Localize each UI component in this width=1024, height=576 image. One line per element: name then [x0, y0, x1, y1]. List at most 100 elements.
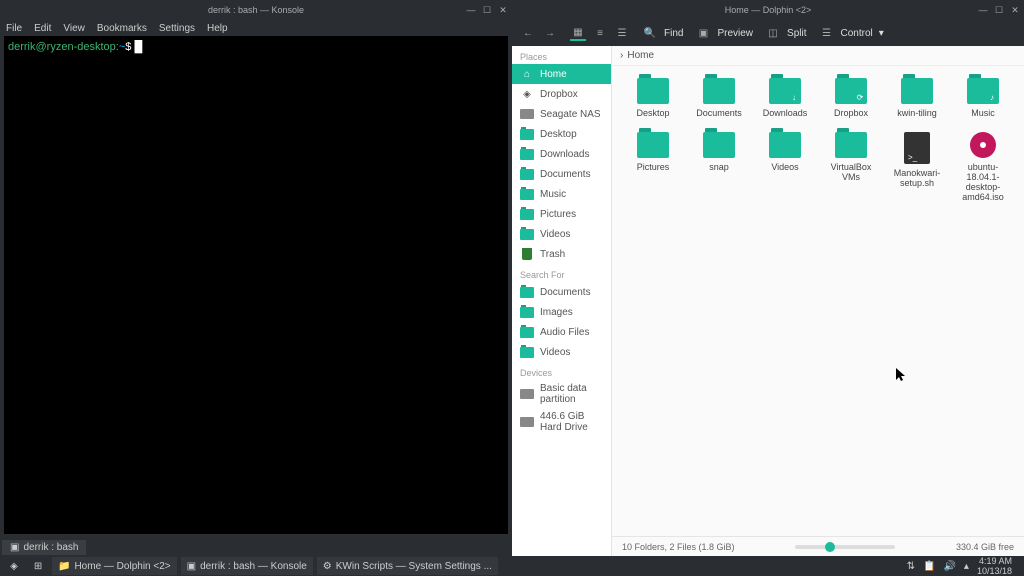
- minimize-icon[interactable]: —: [466, 5, 476, 15]
- sidebar-item-home[interactable]: ⌂Home: [512, 64, 611, 84]
- sidebar-search-documents[interactable]: Documents: [512, 282, 611, 302]
- maximize-icon[interactable]: ☐: [482, 5, 492, 15]
- sidebar-search-videos[interactable]: Videos: [512, 342, 611, 362]
- task-dolphin[interactable]: 📁Home — Dolphin <2>: [52, 557, 177, 575]
- file-label: snap: [709, 162, 729, 172]
- preview-icon[interactable]: ▣: [695, 25, 711, 41]
- sidebar-item-dropbox[interactable]: ◈Dropbox: [512, 84, 611, 104]
- file-item[interactable]: Documents: [690, 78, 748, 118]
- sidebar-device-partition[interactable]: Basic data partition: [512, 380, 611, 408]
- menu-bookmarks[interactable]: Bookmarks: [97, 23, 147, 34]
- dolphin-titlebar[interactable]: Home — Dolphin <2> — ☐ ✕: [512, 0, 1024, 20]
- folder-icon: [637, 78, 669, 104]
- path-bar[interactable]: › Home: [612, 46, 1024, 66]
- sidebar-item-documents[interactable]: Documents: [512, 164, 611, 184]
- clock[interactable]: 4:19 AM 10/13/18: [977, 556, 1012, 576]
- file-item[interactable]: ubuntu-18.04.1-desktop-amd64.iso: [954, 132, 1012, 202]
- menu-edit[interactable]: Edit: [34, 23, 51, 34]
- file-item[interactable]: Desktop: [624, 78, 682, 118]
- folder-icon: [520, 325, 534, 339]
- path-home[interactable]: Home: [627, 50, 654, 61]
- file-label: ubuntu-18.04.1-desktop-amd64.iso: [954, 162, 1012, 202]
- folder-icon: [520, 147, 534, 161]
- folder-icon: [637, 132, 669, 158]
- maximize-icon[interactable]: ☐: [994, 5, 1004, 15]
- chevron-down-icon[interactable]: ▾: [879, 28, 884, 39]
- taskbar: ◈ ⊞ 📁Home — Dolphin <2> ▣derrik : bash —…: [0, 556, 1024, 576]
- preview-label[interactable]: Preview: [717, 28, 753, 39]
- file-item[interactable]: Pictures: [624, 132, 682, 202]
- task-settings[interactable]: ⚙KWin Scripts — System Settings ...: [317, 557, 498, 575]
- close-icon[interactable]: ✕: [1010, 5, 1020, 15]
- menu-settings[interactable]: Settings: [159, 23, 195, 34]
- konsole-titlebar[interactable]: derrik : bash — Konsole — ☐ ✕: [0, 0, 512, 20]
- devices-header: Devices: [512, 362, 611, 380]
- sidebar-search-images[interactable]: Images: [512, 302, 611, 322]
- sidebar-item-videos[interactable]: Videos: [512, 224, 611, 244]
- trash-icon: [520, 247, 534, 261]
- sidebar-device-hdd[interactable]: 446.6 GiB Hard Drive: [512, 408, 611, 436]
- folder-icon: [520, 345, 534, 359]
- clipboard-icon[interactable]: 📋: [923, 561, 935, 572]
- file-grid[interactable]: DesktopDocuments↓Downloads⟳Dropbox kwin-t…: [612, 66, 1024, 536]
- icons-view-icon[interactable]: ▦: [570, 25, 586, 41]
- split-icon[interactable]: ◫: [765, 25, 781, 41]
- sidebar-item-trash[interactable]: Trash: [512, 244, 611, 264]
- file-item[interactable]: ♪Music: [954, 78, 1012, 118]
- menu-view[interactable]: View: [63, 23, 85, 34]
- folder-icon: [520, 305, 534, 319]
- file-item[interactable]: Manokwari-setup.sh: [888, 132, 946, 202]
- sidebar-item-desktop[interactable]: Desktop: [512, 124, 611, 144]
- back-icon[interactable]: ←: [520, 25, 536, 41]
- menu-file[interactable]: File: [6, 23, 22, 34]
- free-space: 330.4 GiB free: [956, 542, 1014, 552]
- system-tray: ⇅ 📋 🔊 ▴ 4:19 AM 10/13/18: [907, 556, 1020, 576]
- dolphin-window: Home — Dolphin <2> — ☐ ✕ ← → ▦ ≡ ☰ 🔍 Fin…: [512, 0, 1024, 556]
- sidebar-item-downloads[interactable]: Downloads: [512, 144, 611, 164]
- chevron-up-icon[interactable]: ▴: [964, 561, 969, 572]
- forward-icon[interactable]: →: [542, 25, 558, 41]
- menu-help[interactable]: Help: [207, 23, 228, 34]
- grid-button[interactable]: ⊞: [28, 557, 48, 575]
- split-label[interactable]: Split: [787, 28, 806, 39]
- file-item[interactable]: snap: [690, 132, 748, 202]
- file-label: Dropbox: [834, 108, 868, 118]
- task-konsole[interactable]: ▣derrik : bash — Konsole: [181, 557, 313, 575]
- search-header: Search For: [512, 264, 611, 282]
- minimize-icon[interactable]: —: [978, 5, 988, 15]
- folder-icon: [835, 132, 867, 158]
- file-label: kwin-tiling: [897, 108, 937, 118]
- file-label: VirtualBox VMs: [822, 162, 880, 182]
- sidebar-item-seagate[interactable]: Seagate NAS: [512, 104, 611, 124]
- launcher-button[interactable]: ◈: [4, 557, 24, 575]
- find-label[interactable]: Find: [664, 28, 683, 39]
- file-item[interactable]: kwin-tiling: [888, 78, 946, 118]
- details-view-icon[interactable]: ☰: [614, 25, 630, 41]
- control-label[interactable]: Control: [840, 28, 872, 39]
- terminal[interactable]: derrik@ryzen-desktop:~$ █: [4, 36, 508, 534]
- file-label: Pictures: [637, 162, 670, 172]
- script-icon: [904, 132, 930, 164]
- tab-label: derrik : bash: [23, 542, 78, 553]
- file-item[interactable]: VirtualBox VMs: [822, 132, 880, 202]
- network-icon[interactable]: ⇅: [907, 561, 915, 572]
- folder-icon: 📁: [58, 561, 70, 572]
- volume-icon[interactable]: 🔊: [943, 561, 955, 572]
- file-item[interactable]: Videos: [756, 132, 814, 202]
- sidebar-search-audio[interactable]: Audio Files: [512, 322, 611, 342]
- zoom-slider[interactable]: [795, 545, 895, 549]
- folder-icon: [520, 207, 534, 221]
- home-icon: ⌂: [520, 67, 534, 81]
- folder-icon: [520, 187, 534, 201]
- sidebar-item-music[interactable]: Music: [512, 184, 611, 204]
- control-icon[interactable]: ☰: [818, 25, 834, 41]
- sidebar-item-pictures[interactable]: Pictures: [512, 204, 611, 224]
- file-item[interactable]: ⟳Dropbox: [822, 78, 880, 118]
- konsole-tab[interactable]: ▣ derrik : bash: [2, 540, 86, 555]
- close-icon[interactable]: ✕: [498, 5, 508, 15]
- file-item[interactable]: ↓Downloads: [756, 78, 814, 118]
- folder-icon: [520, 285, 534, 299]
- compact-view-icon[interactable]: ≡: [592, 25, 608, 41]
- find-icon[interactable]: 🔍: [642, 25, 658, 41]
- folder-icon: [703, 132, 735, 158]
